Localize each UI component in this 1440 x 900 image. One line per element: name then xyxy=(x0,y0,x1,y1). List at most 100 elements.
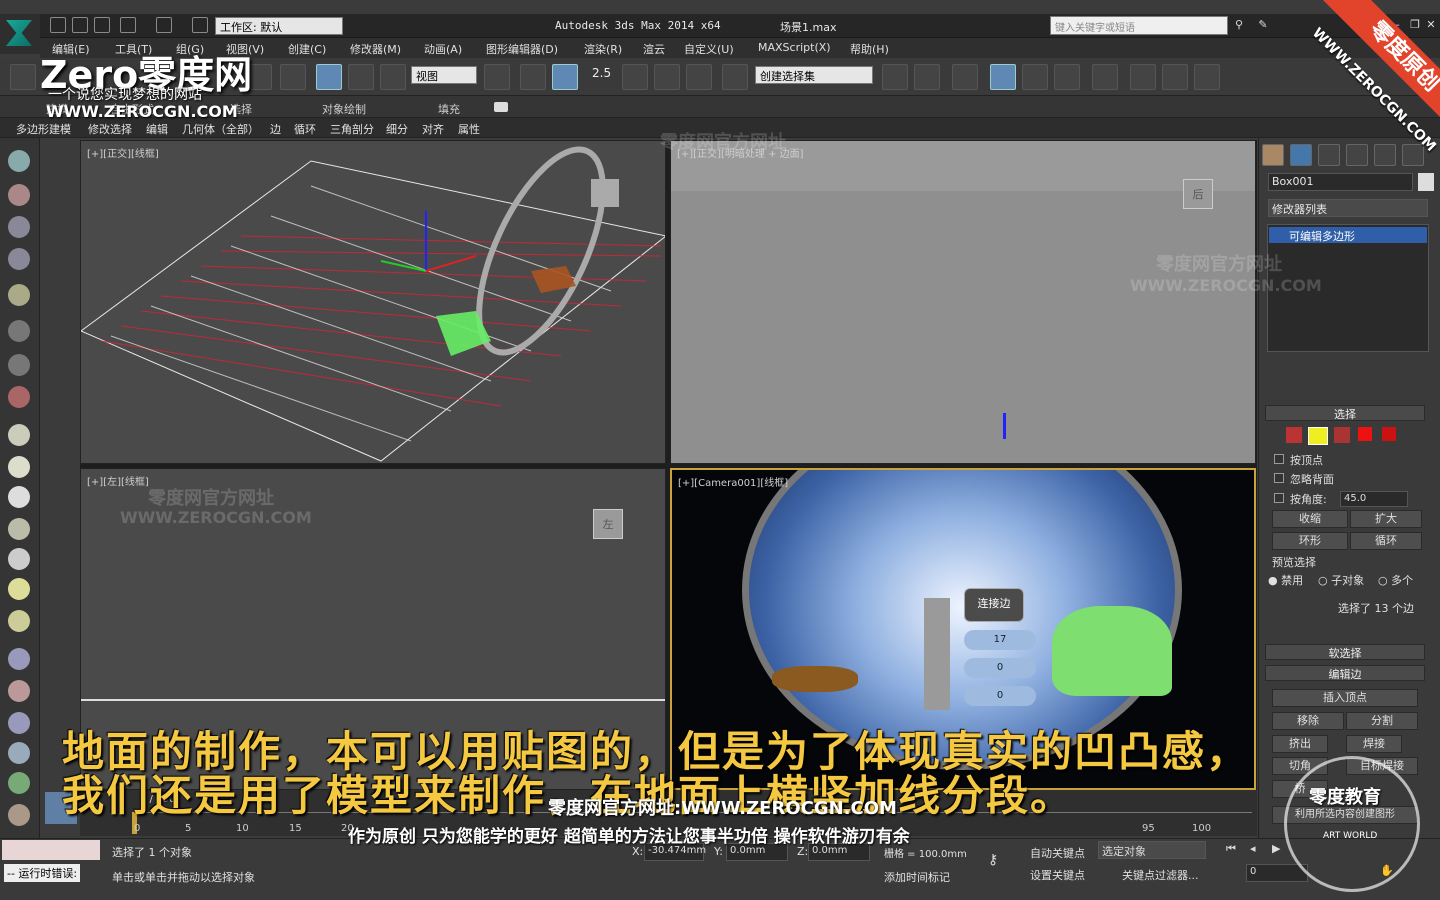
create-tab-icon[interactable] xyxy=(1262,144,1284,166)
ribbon-edges[interactable]: 边 xyxy=(270,121,281,137)
link-icon[interactable] xyxy=(10,64,36,90)
schematic-view-icon[interactable] xyxy=(1054,64,1080,90)
loop-button[interactable]: 循环 xyxy=(1350,532,1422,550)
stack-item-editable-poly[interactable]: 可编辑多边形 xyxy=(1269,227,1427,243)
reference-coord-dropdown[interactable]: 视图 xyxy=(411,66,477,84)
menu-graph-editors[interactable]: 图形编辑器(D) xyxy=(486,41,558,57)
torus-icon[interactable] xyxy=(8,610,30,632)
by-angle-checkbox[interactable] xyxy=(1274,493,1284,503)
scene-explorer-icon[interactable] xyxy=(8,216,30,238)
extrude-button[interactable]: 挤出 xyxy=(1272,735,1328,753)
open-icon[interactable] xyxy=(72,17,88,33)
geosphere-icon[interactable] xyxy=(8,486,30,508)
camera-icon[interactable] xyxy=(8,320,30,342)
rotate-icon[interactable] xyxy=(348,64,374,90)
caddy-pinch-field[interactable]: 0 xyxy=(964,658,1036,678)
display-tab-icon[interactable] xyxy=(1374,144,1396,166)
edit-named-selection-icon[interactable] xyxy=(722,64,748,90)
modify-tab-icon[interactable] xyxy=(1290,144,1312,166)
layer-manager-icon[interactable] xyxy=(952,64,978,90)
border-mode-icon[interactable] xyxy=(1334,427,1350,443)
sphere-icon[interactable] xyxy=(8,456,30,478)
scale-icon[interactable] xyxy=(380,64,406,90)
ribbon-modify-selection[interactable]: 修改选择 xyxy=(88,121,132,137)
light-icon[interactable] xyxy=(8,284,30,306)
angle-snap-icon[interactable] xyxy=(622,64,648,90)
play-icon[interactable]: ▶ xyxy=(1272,842,1286,856)
ignore-backface-checkbox[interactable] xyxy=(1274,473,1284,483)
prev-frame-icon[interactable]: ◂ xyxy=(1250,842,1264,856)
snap-value[interactable]: 2.5 xyxy=(592,66,611,80)
redo-icon[interactable] xyxy=(156,17,172,33)
ribbon-edit[interactable]: 编辑 xyxy=(146,121,168,137)
keyboard-shortcut-icon[interactable] xyxy=(552,64,578,90)
split-button[interactable]: 分割 xyxy=(1346,712,1418,730)
cylinder-icon[interactable] xyxy=(8,518,30,540)
menu-cloud[interactable]: 渲云 xyxy=(643,41,665,57)
element-mode-icon[interactable] xyxy=(1382,427,1396,441)
insert-vertex-button[interactable]: 插入顶点 xyxy=(1272,689,1418,707)
ribbon-geometry-all[interactable]: 几何体（全部） xyxy=(182,121,259,137)
space-warp-icon[interactable] xyxy=(8,712,30,734)
polygon-mode-icon[interactable] xyxy=(1358,427,1372,441)
hair-icon[interactable] xyxy=(8,804,30,826)
undo-icon[interactable] xyxy=(120,17,136,33)
object-color-swatch[interactable] xyxy=(1418,173,1434,191)
ribbon-properties[interactable]: 属性 xyxy=(458,121,480,137)
shrink-button[interactable]: 收缩 xyxy=(1272,510,1348,528)
app-logo[interactable] xyxy=(0,14,40,54)
maxscript-listener[interactable] xyxy=(2,840,100,860)
edge-mode-icon[interactable] xyxy=(1308,427,1328,445)
curve-editor-icon[interactable] xyxy=(1022,64,1048,90)
molecule-icon[interactable] xyxy=(8,680,30,702)
spinner-snap-icon[interactable] xyxy=(686,64,712,90)
key-icon[interactable]: ⚷ xyxy=(988,852,1018,868)
grow-button[interactable]: 扩大 xyxy=(1350,510,1422,528)
preview-disable-radio[interactable]: ● 禁用 xyxy=(1268,572,1303,588)
viewport-top-left[interactable]: [+][正交][线框] xyxy=(80,140,666,464)
remove-button[interactable]: 移除 xyxy=(1272,712,1344,730)
plane-icon[interactable] xyxy=(8,184,30,206)
motion-tab-icon[interactable] xyxy=(1346,144,1368,166)
caddy-slide-field[interactable]: 0 xyxy=(964,686,1036,706)
viewport-label[interactable]: [+][左][线框] xyxy=(87,473,149,488)
film-icon[interactable] xyxy=(8,386,30,408)
window-crossing-icon[interactable] xyxy=(280,64,306,90)
box-icon[interactable] xyxy=(8,424,30,446)
view-cube[interactable]: 左 xyxy=(593,509,623,539)
viewport-top-right[interactable]: 后 [+][正交][明暗处理 + 边面] xyxy=(670,140,1256,464)
dolly-icon[interactable] xyxy=(8,354,30,376)
save-icon[interactable] xyxy=(94,17,110,33)
add-time-tag[interactable]: 添加时间标记 xyxy=(884,869,950,885)
selection-rollout-header[interactable]: 选择 xyxy=(1265,405,1425,421)
object-name-field[interactable]: Box001 xyxy=(1268,173,1413,191)
caddy-segments-field[interactable]: 17 xyxy=(964,630,1036,650)
vertex-mode-icon[interactable] xyxy=(1286,427,1302,443)
teapot-icon[interactable] xyxy=(8,150,30,172)
edit-edges-rollout[interactable]: 编辑边 xyxy=(1265,665,1425,681)
by-vertex-checkbox[interactable] xyxy=(1274,454,1284,464)
viewport-label[interactable]: [+][Camera001][线框] xyxy=(678,474,788,489)
ribbon-tab-object-paint[interactable]: 对象绘制 xyxy=(322,101,366,117)
auto-key-button[interactable]: 自动关键点 xyxy=(1030,845,1085,861)
goto-start-icon[interactable]: ⏮ xyxy=(1226,842,1240,856)
sun-icon[interactable] xyxy=(8,578,30,600)
percent-snap-icon[interactable] xyxy=(654,64,680,90)
mirror-icon[interactable] xyxy=(882,64,908,90)
new-icon[interactable] xyxy=(50,17,66,33)
ring-button[interactable]: 环形 xyxy=(1272,532,1348,550)
move-icon[interactable] xyxy=(316,64,342,90)
ribbon-loops[interactable]: 循环 xyxy=(294,121,316,137)
particles-icon[interactable] xyxy=(8,648,30,670)
cone-icon[interactable] xyxy=(8,548,30,570)
menu-animation[interactable]: 动画(A) xyxy=(424,41,462,57)
soft-selection-rollout[interactable]: 软选择 xyxy=(1265,644,1425,660)
menu-customize[interactable]: 自定义(U) xyxy=(684,41,734,57)
preview-multi-radio[interactable]: ○ 多个 xyxy=(1378,572,1413,588)
material-editor-icon[interactable] xyxy=(1092,64,1118,90)
render-setup-icon[interactable] xyxy=(1130,64,1156,90)
select-manipulate-icon[interactable] xyxy=(520,64,546,90)
menu-create[interactable]: 创建(C) xyxy=(288,41,326,57)
project-folder-icon[interactable] xyxy=(192,17,208,33)
ribbon-toggle-icon[interactable] xyxy=(990,64,1016,90)
